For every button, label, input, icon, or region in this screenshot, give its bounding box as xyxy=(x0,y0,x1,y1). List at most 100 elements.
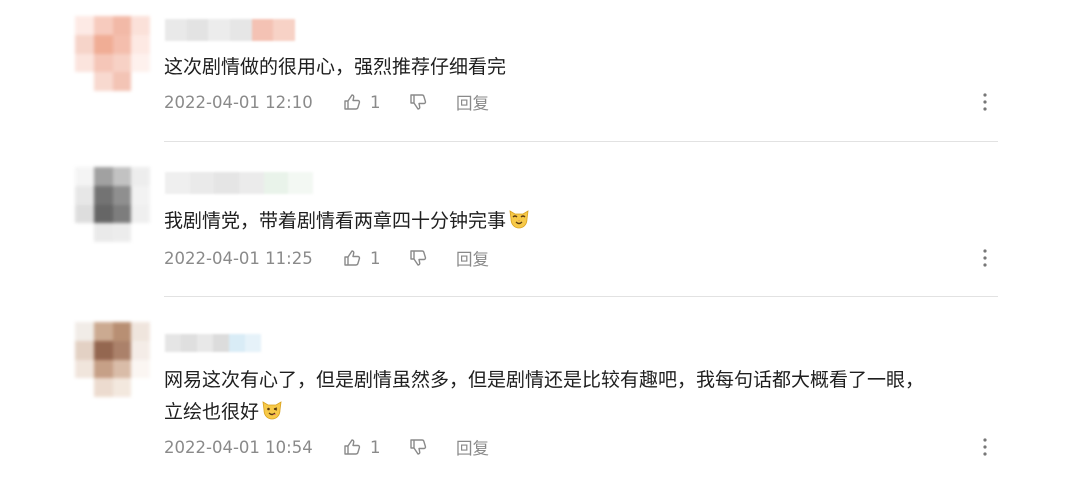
username-blurred[interactable] xyxy=(165,172,314,194)
avatar-pixel xyxy=(112,53,132,73)
thumb-up-icon xyxy=(344,439,361,455)
avatar-pixel xyxy=(93,34,113,54)
avatar-pixel xyxy=(112,359,132,379)
comment-time: 2022-04-01 10:54 xyxy=(164,437,313,457)
avatar-pixel xyxy=(93,16,113,35)
username-pixel xyxy=(230,19,252,41)
avatar-pixel xyxy=(112,72,132,91)
avatar-pixel xyxy=(93,53,113,73)
more-vertical-icon xyxy=(983,438,987,456)
avatar-pixel xyxy=(131,359,150,379)
avatar-pixel xyxy=(131,167,150,186)
avatar-pixel xyxy=(112,16,132,35)
divider xyxy=(164,296,998,297)
avatar-pixel xyxy=(75,340,94,360)
avatar-pixel xyxy=(131,223,150,242)
username-pixel xyxy=(214,172,240,194)
avatar-pixel xyxy=(75,53,94,73)
avatar-pixel xyxy=(93,72,113,91)
like-count: 1 xyxy=(370,437,381,457)
avatar-pixel xyxy=(93,322,113,341)
dislike-button[interactable] xyxy=(408,437,456,457)
avatar-pixel xyxy=(131,72,150,91)
avatar-pixel xyxy=(75,223,94,242)
avatar-pixel xyxy=(131,16,150,35)
avatar-pixel xyxy=(131,378,150,397)
avatar-pixel xyxy=(75,34,94,54)
like-button[interactable]: 1 xyxy=(342,92,408,112)
divider xyxy=(164,141,998,142)
comment-text-content: 我剧情党，带着剧情看两章四十分钟完事 xyxy=(164,210,507,232)
comment-meta: 2022-04-01 12:10 1 回复 xyxy=(164,90,1000,114)
username-pixel xyxy=(239,172,264,194)
avatar-pixel xyxy=(131,204,150,224)
avatar-pixel xyxy=(93,378,113,397)
dislike-button[interactable] xyxy=(408,248,456,268)
like-count: 1 xyxy=(370,248,381,268)
thumb-up-icon xyxy=(344,250,361,266)
avatar[interactable] xyxy=(75,322,150,397)
username-pixel xyxy=(245,334,261,352)
avatar-pixel xyxy=(75,359,94,379)
avatar-pixel xyxy=(112,223,132,242)
avatar-pixel xyxy=(93,167,113,186)
avatar-pixel xyxy=(75,167,94,186)
username-pixel xyxy=(165,172,190,194)
thumb-up-icon xyxy=(344,94,361,110)
comment-text: 我剧情党，带着剧情看两章四十分钟完事 xyxy=(164,205,531,238)
avatar-pixel xyxy=(75,204,94,224)
avatar-pixel xyxy=(131,53,150,73)
avatar-pixel xyxy=(112,378,132,397)
reply-button[interactable]: 回复 xyxy=(456,90,489,114)
avatar-pixel xyxy=(75,16,94,35)
reply-button[interactable]: 回复 xyxy=(456,246,489,270)
username-pixel xyxy=(189,172,215,194)
like-button[interactable]: 1 xyxy=(342,437,408,457)
comment-time: 2022-04-01 11:25 xyxy=(164,248,313,268)
more-options-button[interactable] xyxy=(980,437,990,457)
username-pixel xyxy=(288,172,314,194)
comment-text: 这次剧情做的很用心，强烈推荐仔细看完 xyxy=(164,56,507,78)
username-pixel xyxy=(165,334,181,352)
thumb-down-icon xyxy=(410,439,427,455)
avatar-pixel xyxy=(112,204,132,224)
like-count: 1 xyxy=(370,92,381,112)
avatar-pixel xyxy=(131,322,150,341)
username-blurred[interactable] xyxy=(165,19,296,41)
avatar-pixel xyxy=(93,223,113,242)
avatar[interactable] xyxy=(75,16,150,91)
more-options-button[interactable] xyxy=(980,248,990,268)
username-blurred[interactable] xyxy=(165,334,261,352)
avatar-pixel xyxy=(112,322,132,341)
comment-time: 2022-04-01 12:10 xyxy=(164,92,313,112)
avatar-pixel xyxy=(131,340,150,360)
username-pixel xyxy=(229,334,245,352)
thumb-down-icon xyxy=(410,250,427,266)
avatar-pixel xyxy=(93,359,113,379)
username-pixel xyxy=(213,334,229,352)
username-pixel xyxy=(208,19,231,41)
more-vertical-icon xyxy=(983,249,987,267)
username-pixel xyxy=(165,19,187,41)
avatar-pixel xyxy=(75,72,94,91)
avatar-pixel xyxy=(75,185,94,205)
comment-text-content: 立绘也很好 xyxy=(164,401,260,423)
comment-text: 网易这次有心了，但是剧情虽然多，但是剧情还是比较有趣吧，我每句话都大概看了一眼， xyxy=(164,369,925,391)
comment-text-line2: 立绘也很好 xyxy=(164,396,284,429)
avatar-pixel xyxy=(75,378,94,397)
avatar-pixel xyxy=(131,185,150,205)
avatar-pixel xyxy=(112,34,132,54)
avatar-pixel xyxy=(75,322,94,341)
avatar[interactable] xyxy=(75,167,150,242)
like-button[interactable]: 1 xyxy=(342,248,408,268)
more-options-button[interactable] xyxy=(980,92,990,112)
comment-meta: 2022-04-01 11:25 1 回复 xyxy=(164,246,1000,270)
dislike-button[interactable] xyxy=(408,92,456,112)
cat-emoji xyxy=(509,210,529,229)
username-pixel xyxy=(273,19,296,41)
username-pixel xyxy=(197,334,213,352)
reply-button[interactable]: 回复 xyxy=(456,435,489,459)
avatar-pixel xyxy=(93,204,113,224)
avatar-pixel xyxy=(112,167,132,186)
username-pixel xyxy=(186,19,209,41)
